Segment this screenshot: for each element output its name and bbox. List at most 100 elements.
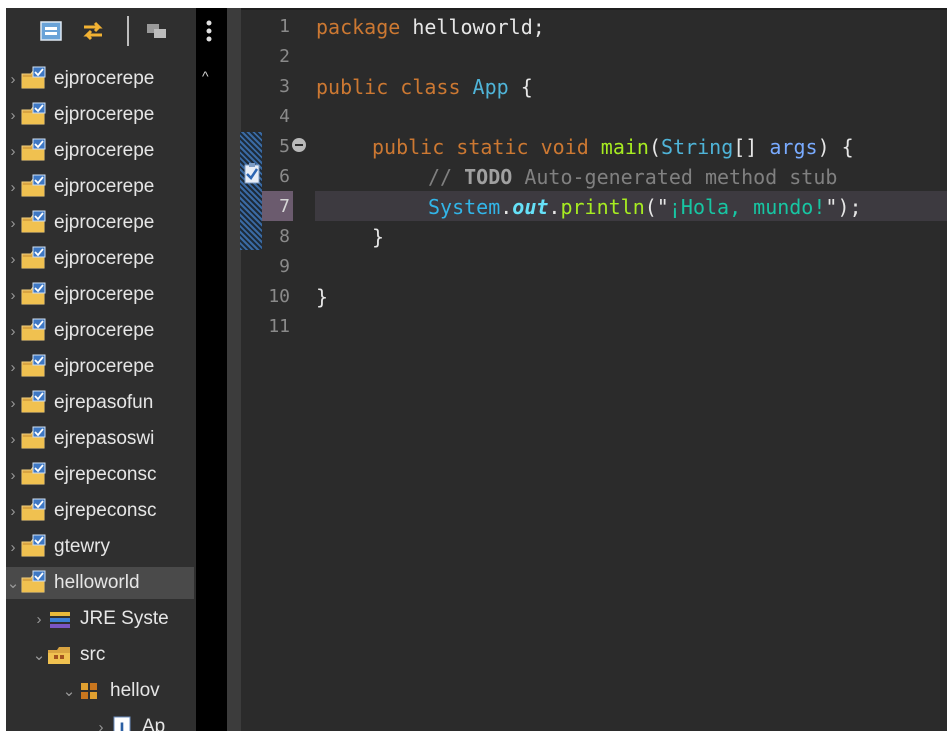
tree-item-project[interactable]: › ejprocerepe — [6, 351, 194, 383]
dot-1: . — [500, 195, 513, 219]
chevron-right-icon[interactable]: › — [6, 243, 20, 275]
view-menu-button[interactable] — [196, 18, 222, 44]
code-line-8: } — [372, 222, 384, 252]
focus-icon — [147, 24, 166, 38]
chevron-right-icon[interactable]: › — [6, 207, 20, 239]
method-name: main — [600, 135, 649, 159]
chevron-right-icon[interactable]: › — [6, 495, 20, 527]
string-open: (" — [644, 195, 669, 219]
comment-start: // — [428, 165, 465, 189]
collapse-all-icon — [40, 21, 62, 41]
java-project-icon — [21, 282, 46, 305]
chevron-right-icon[interactable]: › — [94, 711, 108, 731]
chevron-right-icon[interactable]: › — [32, 603, 46, 635]
method-open-brace: ) { — [817, 135, 854, 159]
tree-item-label: Ap — [142, 716, 166, 731]
tree-item-project[interactable]: › ejprocerepe — [6, 171, 194, 203]
tree-item-project[interactable]: › ejprocerepe — [6, 99, 194, 131]
tree-item-project[interactable]: › ejprocerepe — [6, 63, 194, 95]
tree-item-project[interactable]: › ejprocerepe — [6, 243, 194, 275]
chevron-right-icon[interactable]: › — [6, 531, 20, 563]
tree-item-src[interactable]: ⌄ src — [6, 639, 220, 671]
tree-item-project[interactable]: › ejrepeconsc — [6, 495, 194, 527]
chevron-right-icon[interactable]: › — [6, 171, 20, 203]
chevron-right-icon[interactable]: › — [6, 459, 20, 491]
chevron-right-icon[interactable]: › — [6, 63, 20, 95]
chevron-right-icon[interactable]: › — [6, 99, 20, 131]
eclipse-window: ^ › ejprocerepe › ejprocerepe › ejprocerepe › e… — [0, 0, 947, 731]
fold-collapse-icon[interactable] — [292, 138, 306, 152]
tree-item-label: ejprocerepe — [54, 320, 155, 341]
tree-item-label: ejprocerepe — [54, 104, 155, 125]
todo-tag: TODO — [464, 165, 513, 189]
chevron-up-icon[interactable]: ^ — [202, 68, 209, 84]
class-close-brace: } — [316, 285, 329, 309]
tree-item-label: ejrepeconsc — [54, 464, 157, 485]
source-folder-icon — [48, 647, 70, 664]
java-project-icon — [21, 426, 46, 449]
chevron-down-icon[interactable]: ⌄ — [6, 567, 20, 599]
collapse-all-button[interactable] — [38, 18, 64, 44]
link-with-editor-icon — [83, 21, 103, 41]
chevron-down-icon[interactable]: ⌄ — [32, 639, 46, 671]
tree-item-app-java[interactable]: › J Ap — [6, 711, 227, 731]
tree-item-label: ejprocerepe — [54, 176, 155, 197]
java-project-icon — [21, 102, 46, 125]
tree-item-project[interactable]: › ejprocerepe — [6, 279, 194, 311]
keyword-public-class: public class — [316, 75, 461, 99]
tree-item-jre-library[interactable]: › JRE Syste — [6, 603, 220, 635]
chevron-right-icon[interactable]: › — [6, 279, 20, 311]
line-number: 7 — [279, 196, 290, 217]
out-field: out — [512, 195, 549, 219]
chevron-right-icon[interactable]: › — [6, 315, 20, 347]
link-with-editor-button[interactable] — [80, 18, 106, 44]
focus-button[interactable] — [144, 18, 170, 44]
chevron-right-icon[interactable]: › — [6, 135, 20, 167]
param-type: String — [661, 135, 734, 159]
chevron-right-icon[interactable]: › — [6, 387, 20, 419]
java-project-icon — [21, 318, 46, 341]
more-vertical-icon — [206, 20, 212, 42]
chevron-right-icon[interactable]: › — [6, 351, 20, 383]
line-number: 8 — [279, 226, 290, 247]
java-project-icon — [21, 462, 46, 485]
line-number: 3 — [279, 76, 290, 97]
tree-item-project[interactable]: › ejrepasoswi — [6, 423, 194, 455]
tree-item-package[interactable]: ⌄ hellov — [6, 675, 227, 707]
array-brackets: [] — [733, 135, 770, 159]
class-name: App — [472, 75, 509, 99]
java-project-icon — [21, 570, 46, 593]
chevron-right-icon[interactable]: › — [6, 423, 20, 455]
tree-item-project[interactable]: › ejrepasofun — [6, 387, 194, 419]
chevron-down-icon[interactable]: ⌄ — [62, 675, 76, 707]
keyword-method-modifiers: public static void — [372, 135, 589, 159]
line-number: 6 — [279, 166, 290, 187]
line-number: 1 — [279, 16, 290, 37]
line-number: 4 — [279, 106, 290, 127]
java-project-icon — [21, 210, 46, 233]
java-project-icon — [21, 66, 46, 89]
code-editor[interactable] — [227, 8, 947, 731]
dot-2: . — [548, 195, 561, 219]
code-line-5: public static void main(String[] args) { — [372, 132, 854, 162]
tree-item-project[interactable]: › ejrepeconsc — [6, 459, 194, 491]
svg-text:J: J — [118, 721, 124, 731]
tree-item-label: JRE Syste — [80, 608, 169, 629]
tree-item-label: ejrepeconsc — [54, 500, 157, 521]
tree-item-project[interactable]: › ejprocerepe — [6, 315, 194, 347]
java-project-icon — [21, 246, 46, 269]
tree-item-label: helloworld — [54, 572, 140, 593]
editor-top-border — [241, 8, 947, 10]
tree-item-helloworld[interactable]: ⌄ helloworld — [6, 567, 194, 599]
java-project-icon — [21, 174, 46, 197]
tree-item-project[interactable]: › gtewry — [6, 531, 194, 563]
tree-item-project[interactable]: › ejprocerepe — [6, 135, 194, 167]
system-class: System — [428, 195, 501, 219]
java-project-icon — [21, 534, 46, 557]
tree-item-project[interactable]: › ejprocerepe — [6, 207, 194, 239]
package-name: helloworld; — [400, 15, 545, 39]
println-method: println — [560, 195, 645, 219]
code-line-1: package helloworld; — [316, 12, 545, 42]
task-marker-icon[interactable] — [243, 162, 261, 184]
keyword-package: package — [316, 15, 401, 39]
